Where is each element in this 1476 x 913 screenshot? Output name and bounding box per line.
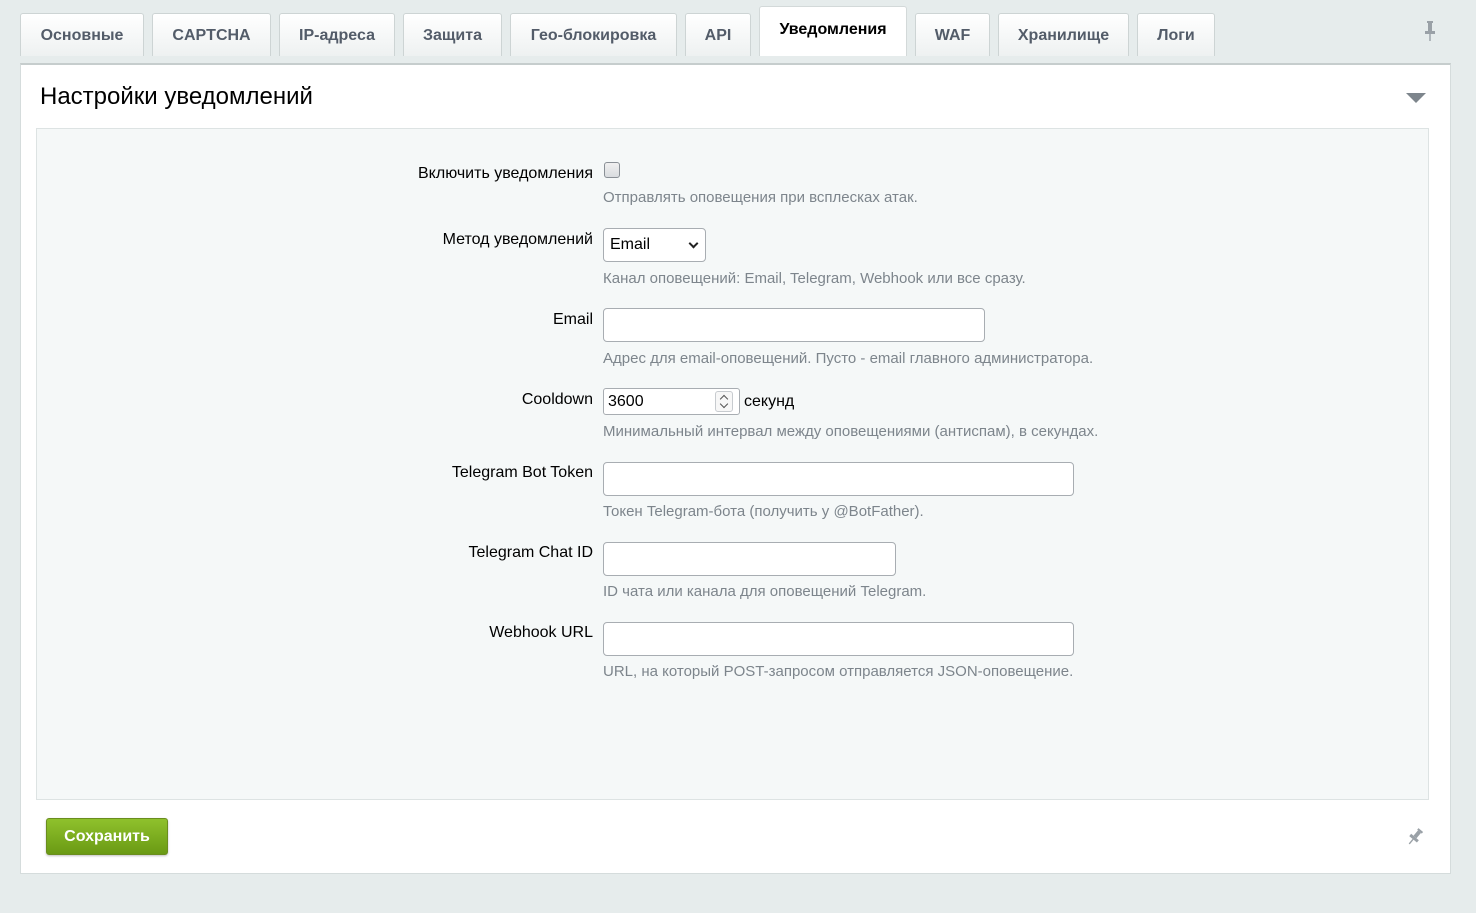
pin-icon[interactable] [1421, 20, 1439, 42]
tab-captcha[interactable]: CAPTCHA [152, 13, 271, 56]
tab-protection[interactable]: Защита [403, 13, 502, 56]
tab-bar: Основные CAPTCHA IP-адреса Защита Гео-бл… [20, 6, 1223, 56]
enable-notifications-hint: Отправлять оповещения при всплесках атак… [603, 189, 918, 206]
notifications-panel: Настройки уведомлений Включить уведомлен… [20, 63, 1451, 874]
telegram-chat-hint: ID чата или канала для оповещений Telegr… [603, 583, 927, 600]
telegram-token-hint: Токен Telegram-бота (получить у @BotFath… [603, 503, 924, 520]
email-label: Email [552, 311, 593, 328]
enable-notifications-label: Включить уведомления [418, 165, 593, 182]
panel-title: Настройки уведомлений [40, 83, 313, 110]
tab-logs[interactable]: Логи [1137, 13, 1215, 56]
email-hint: Адрес для email-оповещений. Пусто - emai… [603, 350, 1094, 367]
webhook-hint: URL, на который POST-запросом отправляет… [603, 663, 1074, 680]
telegram-chat-field[interactable] [603, 542, 896, 576]
tab-ip-addresses[interactable]: IP-адреса [279, 13, 395, 56]
cooldown-input[interactable]: 3600 [603, 388, 740, 415]
tab-storage[interactable]: Хранилище [998, 13, 1129, 56]
notification-method-value: Email [610, 236, 651, 253]
spinner-down-icon[interactable] [719, 399, 729, 409]
notification-method-select[interactable]: Email [603, 228, 706, 262]
settings-form: Включить уведомления Отправлять оповещен… [36, 128, 1429, 800]
number-spinner[interactable] [715, 391, 733, 412]
cooldown-unit: секунд [744, 393, 795, 410]
notification-method-hint: Канал оповещений: Email, Telegram, Webho… [603, 270, 1026, 287]
webhook-url-field[interactable] [603, 622, 1074, 656]
telegram-chat-label: Telegram Chat ID [468, 544, 594, 561]
webhook-label: Webhook URL [489, 624, 593, 641]
cooldown-label: Cooldown [521, 391, 593, 408]
chevron-down-icon [688, 238, 699, 249]
tab-geo-blocking[interactable]: Гео-блокировка [510, 13, 677, 56]
cooldown-value: 3600 [608, 392, 644, 410]
notification-method-label: Метод уведомлений [442, 231, 593, 248]
telegram-token-field[interactable] [603, 462, 1074, 496]
enable-notifications-checkbox[interactable] [604, 162, 620, 178]
telegram-token-label: Telegram Bot Token [451, 464, 593, 481]
email-field[interactable] [603, 308, 985, 342]
tab-waf[interactable]: WAF [915, 13, 990, 56]
tab-notifications[interactable]: Уведомления [759, 6, 907, 56]
collapse-arrow-icon[interactable] [1406, 93, 1426, 103]
cooldown-hint: Минимальный интервал между оповещениями … [603, 423, 1099, 440]
tab-osnovnye[interactable]: Основные [20, 13, 144, 56]
pin-icon[interactable] [1406, 827, 1424, 847]
tab-api[interactable]: API [685, 13, 751, 56]
save-button[interactable]: Сохранить [46, 818, 168, 855]
